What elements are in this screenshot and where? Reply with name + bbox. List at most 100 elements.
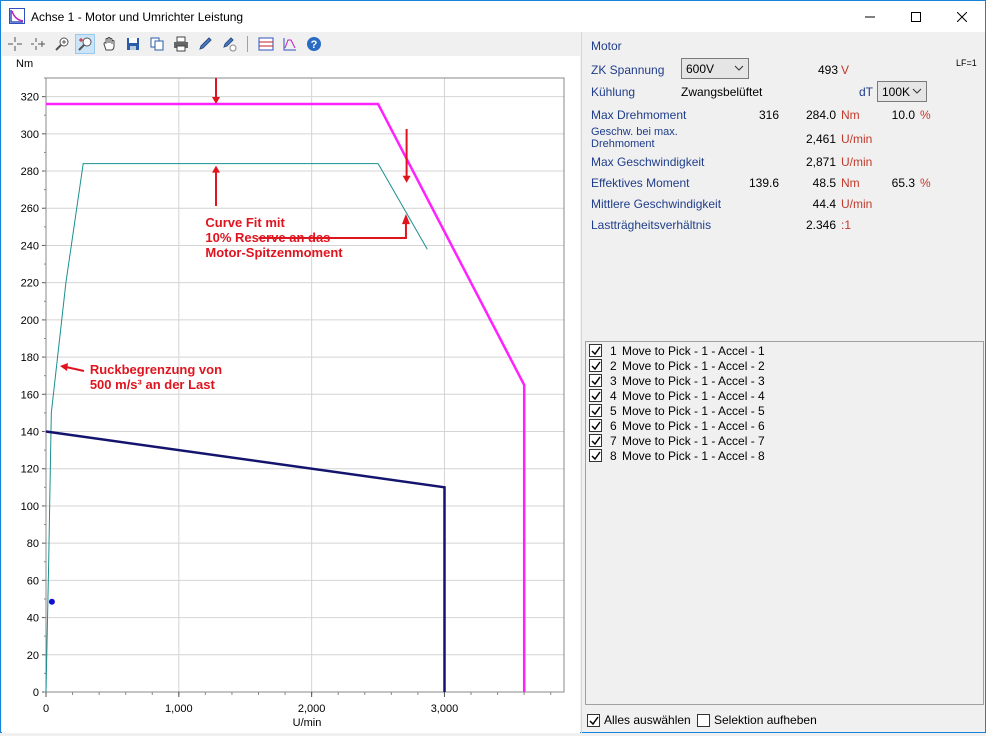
speed-at-max-unit: U/min — [841, 132, 873, 146]
dt-select[interactable]: 100K — [877, 81, 927, 102]
checkbox[interactable] — [589, 434, 602, 447]
check-icon — [591, 391, 601, 401]
max-torque-pct: 10.0 — [891, 108, 915, 122]
operating-point — [48, 598, 55, 605]
zk-unit: V — [841, 63, 850, 77]
check-icon — [591, 436, 601, 446]
check-icon — [591, 406, 601, 416]
lf-label: LF=1 — [956, 58, 977, 68]
checkbox[interactable] — [589, 359, 602, 372]
torque-speed-chart[interactable]: 0 20 40 60 80 100 120 140 160 180 200 220 240 260 280 3… — [2, 56, 580, 733]
y-tick-label: 220 — [21, 278, 39, 290]
window-title: Achse 1 - Motor und Umrichter Leistung — [31, 10, 244, 24]
x-tick-label: 2,000 — [298, 703, 326, 715]
list-item[interactable]: 6 Move to Pick - 1 - Accel - 6 — [589, 418, 969, 433]
deselect-checkbox[interactable]: Selektion aufheben — [697, 713, 827, 728]
checkbox[interactable] — [589, 389, 602, 402]
y-tick-label: 140 — [21, 427, 39, 439]
inertia-unit: :1 — [841, 218, 852, 232]
x-tick-label: 3,000 — [431, 703, 459, 715]
close-button[interactable] — [939, 1, 985, 32]
zoom-move-icon[interactable] — [75, 34, 95, 54]
y-tick-label: 260 — [21, 203, 39, 215]
chevron-down-icon — [734, 65, 744, 71]
max-torque-motor: 316 — [758, 108, 779, 122]
y-tick-label: 200 — [21, 315, 39, 327]
hand-icon[interactable] — [99, 34, 119, 54]
chevron-down-icon — [912, 88, 922, 94]
svg-text:?: ? — [311, 39, 318, 51]
crosshair-plus-icon[interactable] — [28, 34, 48, 54]
max-torque-pct-unit: % — [920, 108, 931, 122]
list-item[interactable]: 5 Move to Pick - 1 - Accel - 5 — [589, 403, 969, 418]
inertia-value: 2.346 — [805, 218, 836, 232]
list-item-number: 7 — [610, 434, 617, 448]
copy-icon[interactable] — [147, 34, 167, 54]
list-item-number: 2 — [610, 359, 617, 373]
eff-moment-unit: Nm — [841, 176, 860, 190]
section-title: Motor — [591, 39, 622, 53]
list-item[interactable]: 4 Move to Pick - 1 - Accel - 4 — [589, 388, 969, 403]
maximize-button[interactable] — [893, 1, 939, 32]
check-icon — [591, 346, 601, 356]
toolbar: ? — [1, 32, 581, 56]
y-tick-label: 120 — [21, 464, 39, 476]
chart-settings-icon[interactable] — [256, 34, 276, 54]
print-icon[interactable] — [171, 34, 191, 54]
select-all-label: Alles auswählen — [604, 713, 691, 727]
help-icon[interactable]: ? — [304, 34, 324, 54]
cooling-value: Zwangsbelüftet — [681, 85, 763, 99]
zk-select[interactable]: 600V — [681, 58, 749, 79]
close-icon — [957, 11, 967, 22]
crosshair-icon[interactable] — [5, 34, 25, 54]
list-item[interactable]: 1 Move to Pick - 1 - Accel - 1 — [589, 343, 969, 358]
checkbox[interactable] — [697, 714, 710, 727]
annotation-text: 500 m/s³ an der Last — [90, 377, 216, 392]
max-speed-value: 2,871 — [805, 155, 836, 169]
curve-icon[interactable] — [280, 34, 300, 54]
cooling-label: Kühlung — [591, 85, 636, 99]
list-item-number: 3 — [610, 374, 617, 388]
zoom-icon[interactable] — [52, 34, 72, 54]
maximize-icon — [911, 11, 921, 22]
series-peak — [46, 102, 526, 692]
pen-icon[interactable] — [195, 34, 215, 54]
list-item-number: 5 — [610, 404, 617, 418]
title-bar[interactable]: Achse 1 - Motor und Umrichter Leistung — [1, 1, 985, 32]
annotation-arrowhead — [402, 175, 411, 183]
minimize-button[interactable] — [847, 1, 893, 32]
list-item-label: Move to Pick - 1 - Accel - 4 — [622, 389, 765, 403]
series-continuous — [45, 430, 446, 692]
checkbox[interactable] — [589, 344, 602, 357]
mean-speed-unit: U/min — [841, 197, 873, 211]
check-icon — [589, 716, 599, 726]
annotation-arrowhead — [60, 363, 68, 371]
list-item[interactable]: 7 Move to Pick - 1 - Accel - 7 — [589, 433, 969, 448]
checkbox[interactable] — [589, 449, 602, 462]
select-all-checkbox[interactable]: Alles auswählen — [587, 713, 697, 728]
move-list[interactable]: 1 Move to Pick - 1 - Accel - 1 2 Move to… — [585, 341, 984, 705]
x-tick-label: 1,000 — [165, 703, 193, 715]
checkbox[interactable] — [589, 419, 602, 432]
list-item-label: Move to Pick - 1 - Accel - 6 — [622, 419, 765, 433]
checkbox[interactable] — [589, 374, 602, 387]
y-tick-label: 60 — [27, 575, 39, 587]
list-item-number: 4 — [610, 389, 617, 403]
list-item[interactable]: 8 Move to Pick - 1 - Accel - 8 — [589, 448, 969, 463]
motor-panel: Motor LF=1 ZK Spannung 600V 493 V Kühlun… — [582, 32, 985, 332]
chart-area[interactable]: 0 20 40 60 80 100 120 140 160 180 200 220 240 260 280 3… — [2, 56, 580, 733]
checkbox[interactable] — [589, 404, 602, 417]
annotation-arrowhead — [401, 213, 410, 225]
checkbox[interactable] — [587, 714, 600, 727]
annotation-arrow — [65, 366, 85, 372]
pen-clear-icon[interactable] — [219, 34, 239, 54]
y-tick-label: 240 — [21, 240, 39, 252]
annotation-text: 10% Reserve an das — [205, 230, 330, 245]
list-item[interactable]: 3 Move to Pick - 1 - Accel - 3 — [589, 373, 969, 388]
max-torque-value: 284.0 — [805, 108, 836, 122]
save-icon[interactable] — [123, 34, 143, 54]
list-item-number: 6 — [610, 419, 617, 433]
max-speed-unit: U/min — [841, 155, 873, 169]
list-item[interactable]: 2 Move to Pick - 1 - Accel - 2 — [589, 358, 969, 373]
x-axis-label: U/min — [293, 717, 322, 729]
